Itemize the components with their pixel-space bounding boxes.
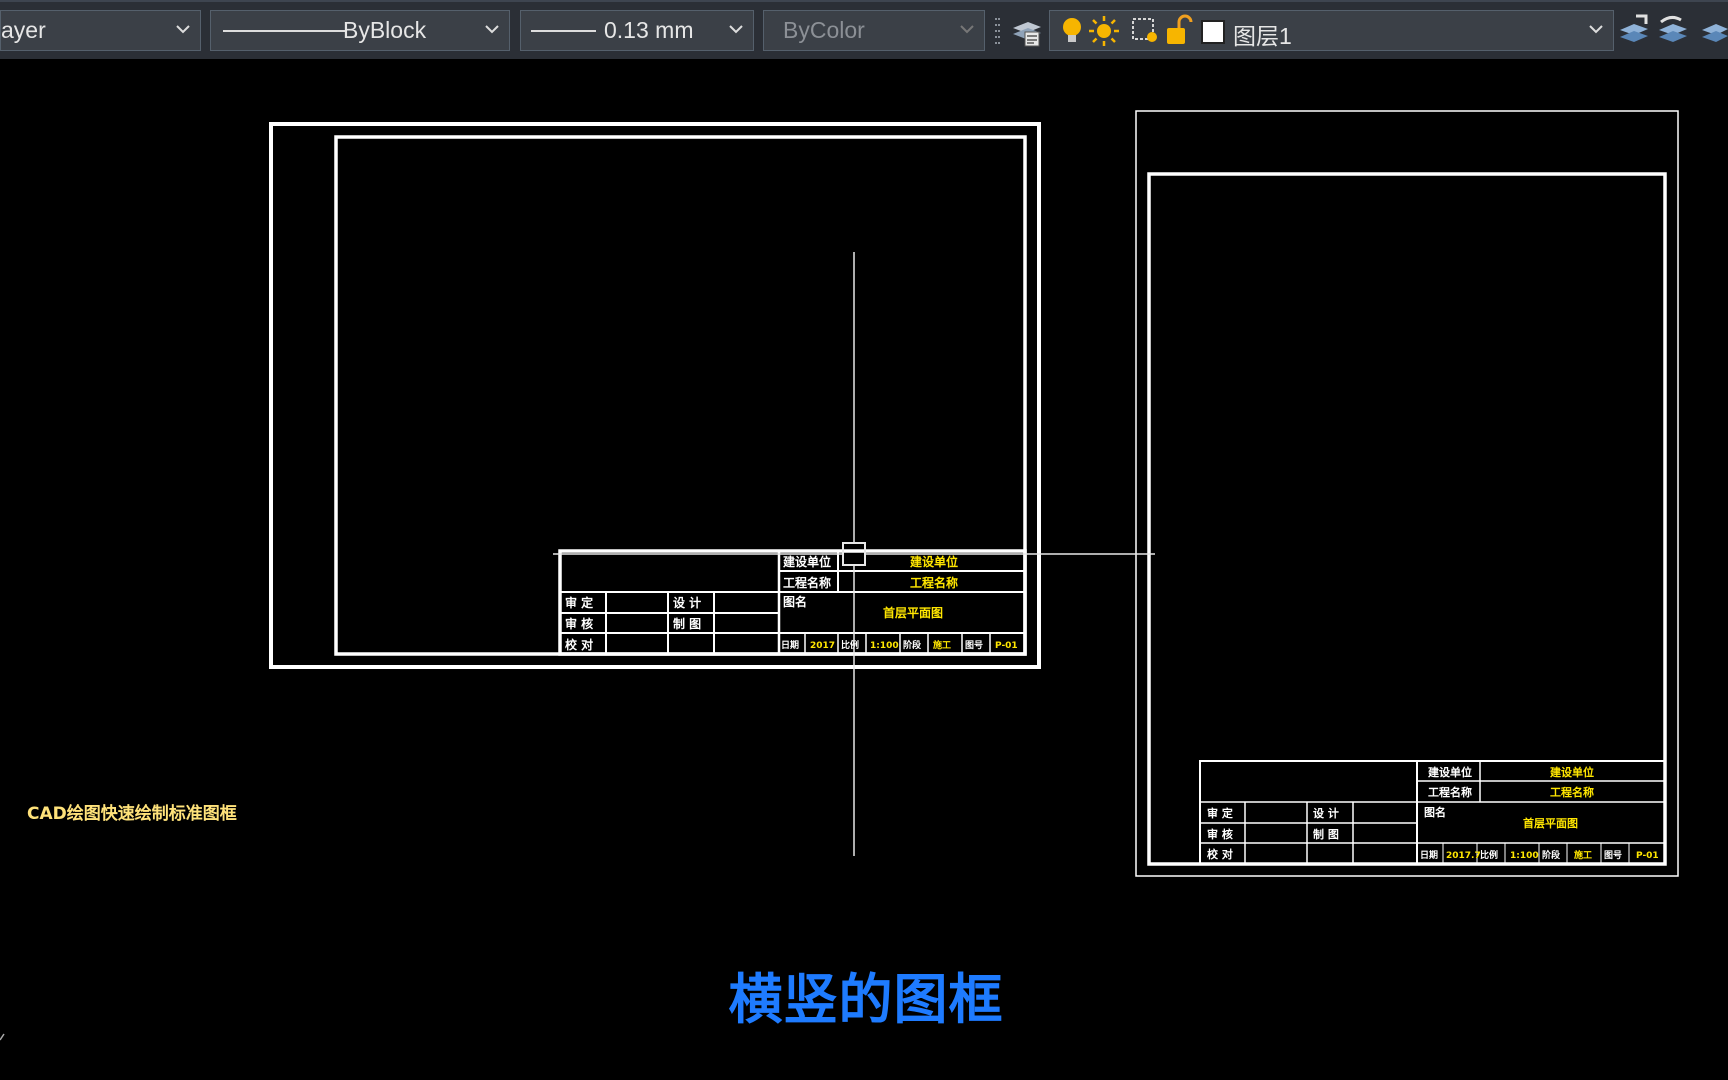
layer-color-swatch[interactable]	[1201, 20, 1225, 44]
landscape-bottom-cell: P-01	[995, 641, 1018, 651]
landscape-bottom-cell: 图号	[965, 640, 983, 651]
landscape-left-row-label: 审 核	[565, 616, 593, 631]
portrait-row1-label: 建设单位	[1428, 765, 1472, 779]
landscape-row1-value: 建设单位	[909, 554, 958, 569]
chevron-down-icon	[485, 25, 499, 34]
portrait-bottom-cell: 1:100	[1510, 851, 1539, 861]
portrait-left-row-label: 设 计	[1313, 806, 1339, 820]
linetype-preview	[223, 30, 345, 32]
current-layer-name: 图层1	[1233, 23, 1292, 49]
bulb-on-icon[interactable]	[1060, 15, 1084, 47]
layer-properties-icon[interactable]	[1008, 12, 1044, 50]
chevron-down-icon	[176, 25, 190, 34]
portrait-left-row-label: 制 图	[1313, 827, 1339, 841]
portrait-drawing-name-label: 图名	[1424, 805, 1446, 819]
landscape-bottom-cell: 1:100	[870, 641, 899, 651]
landscape-row2-label: 工程名称	[783, 575, 831, 590]
viewport-freeze-icon[interactable]	[1130, 15, 1162, 47]
portrait-bottom-cell: P-01	[1636, 851, 1659, 861]
plotstyle-dropdown[interactable]: ByColor	[763, 10, 985, 51]
toolbar-grip-icon[interactable]	[995, 16, 1001, 46]
portrait-bottom-cell: 阶段	[1542, 849, 1561, 861]
portrait-bottom-cell: 2017.7	[1446, 851, 1481, 861]
layer-isolate-icon[interactable]	[1698, 12, 1728, 50]
plotstyle-dropdown-value: ByColor	[783, 17, 865, 43]
ucs-icon	[0, 1033, 5, 1041]
layer-dropdown-value: ayer	[1, 17, 46, 43]
chevron-down-icon	[960, 25, 974, 34]
make-current-layer-icon[interactable]	[1616, 12, 1652, 50]
portrait-row2-value: 工程名称	[1550, 785, 1594, 799]
layer-state-dropdown[interactable]: 图层1	[1049, 10, 1614, 51]
landscape-left-row-label: 审 定	[565, 595, 593, 610]
lineweight-dropdown-value: 0.13 mm	[604, 17, 694, 43]
unlock-icon[interactable]	[1165, 14, 1193, 48]
lineweight-preview	[531, 30, 596, 32]
layer-dropdown[interactable]: ayer	[0, 10, 201, 51]
portrait-left-row-label: 审 定	[1207, 806, 1233, 820]
side-label: CAD绘图快速绘制标准图框	[27, 804, 237, 824]
portrait-bottom-cell: 日期	[1420, 849, 1438, 861]
portrait-left-row-label: 校 对	[1207, 847, 1233, 861]
chevron-down-icon	[1589, 25, 1603, 34]
properties-toolbar: ayer ByBlock 0.13 mm ByColor 图层1	[0, 0, 1728, 59]
portrait-row1-value: 建设单位	[1550, 765, 1594, 779]
video-caption: 横竖的图框	[728, 968, 1004, 1031]
linetype-dropdown[interactable]: ByBlock	[210, 10, 510, 51]
layer-previous-icon[interactable]	[1655, 12, 1691, 50]
landscape-title-text: 建设单位 建设单位 工程名称 工程名称 图名 首层平面图 审 定 设 计 审 核…	[565, 554, 1018, 652]
landscape-drawing-name-label: 图名	[783, 594, 807, 609]
portrait-drawing-name-value: 首层平面图	[1523, 816, 1578, 830]
portrait-bottom-cell: 施工	[1574, 849, 1592, 861]
drawing-canvas[interactable]: 建设单位 建设单位 工程名称 工程名称 图名 首层平面图 审 定 设 计 审 核…	[0, 59, 1728, 1080]
sun-icon[interactable]	[1088, 15, 1120, 47]
chevron-down-icon	[729, 25, 743, 34]
portrait-left-row-label: 审 核	[1207, 827, 1233, 841]
landscape-bottom-cell: 2017	[810, 641, 835, 651]
linetype-dropdown-value: ByBlock	[343, 17, 427, 43]
landscape-bottom-cell: 比例	[841, 639, 859, 651]
landscape-bottom-cell: 阶段	[903, 639, 922, 651]
landscape-row2-value: 工程名称	[910, 575, 958, 590]
landscape-bottom-cell: 日期	[781, 639, 799, 651]
portrait-bottom-cell: 图号	[1604, 850, 1622, 861]
landscape-row1-label: 建设单位	[782, 554, 831, 569]
landscape-left-row-label: 设 计	[673, 595, 701, 610]
crosshair-cursor	[553, 252, 1155, 856]
lineweight-dropdown[interactable]: 0.13 mm	[520, 10, 754, 51]
landscape-left-row-label: 校 对	[565, 637, 593, 652]
portrait-title-text: 建设单位 建设单位 工程名称 工程名称 图名 首层平面图 审 定 设 计 审 核…	[1207, 765, 1659, 861]
landscape-bottom-cell: 施工	[933, 639, 951, 651]
landscape-drawing-name-value: 首层平面图	[883, 605, 943, 620]
portrait-bottom-cell: 比例	[1480, 849, 1498, 861]
portrait-row2-label: 工程名称	[1428, 785, 1472, 799]
landscape-left-row-label: 制 图	[673, 616, 701, 631]
